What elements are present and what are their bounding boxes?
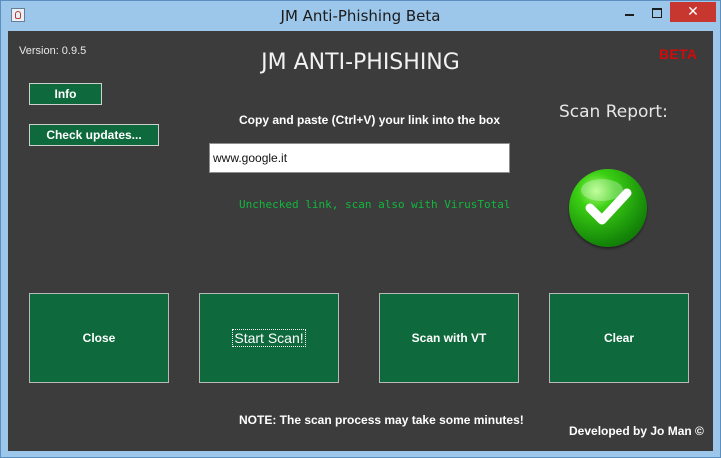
minimize-button[interactable] xyxy=(616,2,643,22)
maximize-button[interactable] xyxy=(643,2,670,22)
window-title: JM Anti-Phishing Beta xyxy=(280,7,441,25)
clear-button[interactable]: Clear xyxy=(549,293,689,383)
scan-report-label: Scan Report: xyxy=(559,102,668,122)
start-scan-button[interactable]: Start Scan! xyxy=(199,293,339,383)
paste-instruction: Copy and paste (Ctrl+V) your link into t… xyxy=(239,113,501,127)
info-button[interactable]: Info xyxy=(29,83,102,105)
main-panel: Version: 0.9.5 JM ANTI-PHISHING BETA Inf… xyxy=(8,31,713,451)
scan-note: NOTE: The scan process may take some min… xyxy=(239,413,524,427)
app-window: JM Anti-Phishing Beta ✕ Version: 0.9.5 J… xyxy=(0,0,721,458)
check-updates-button[interactable]: Check updates... xyxy=(29,124,159,146)
title-bar[interactable]: JM Anti-Phishing Beta ✕ xyxy=(1,1,720,31)
window-close-button[interactable]: ✕ xyxy=(670,2,716,22)
green-check-icon xyxy=(569,169,647,247)
developer-credit: Developed by Jo Man © xyxy=(569,424,704,438)
clear-button-label: Clear xyxy=(603,331,635,345)
close-button[interactable]: Close xyxy=(29,293,169,383)
scan-with-vt-button[interactable]: Scan with VT xyxy=(379,293,519,383)
link-input[interactable] xyxy=(209,143,510,173)
check-mark-icon xyxy=(581,179,632,225)
scan-status-text: Unchecked link, scan also with VirusTota… xyxy=(239,198,511,211)
app-title: JM ANTI-PHISHING xyxy=(261,50,460,75)
scan-with-vt-button-label: Scan with VT xyxy=(411,331,487,345)
beta-badge: BETA xyxy=(659,46,698,62)
start-scan-button-label: Start Scan! xyxy=(232,329,306,347)
close-button-label: Close xyxy=(82,331,116,345)
